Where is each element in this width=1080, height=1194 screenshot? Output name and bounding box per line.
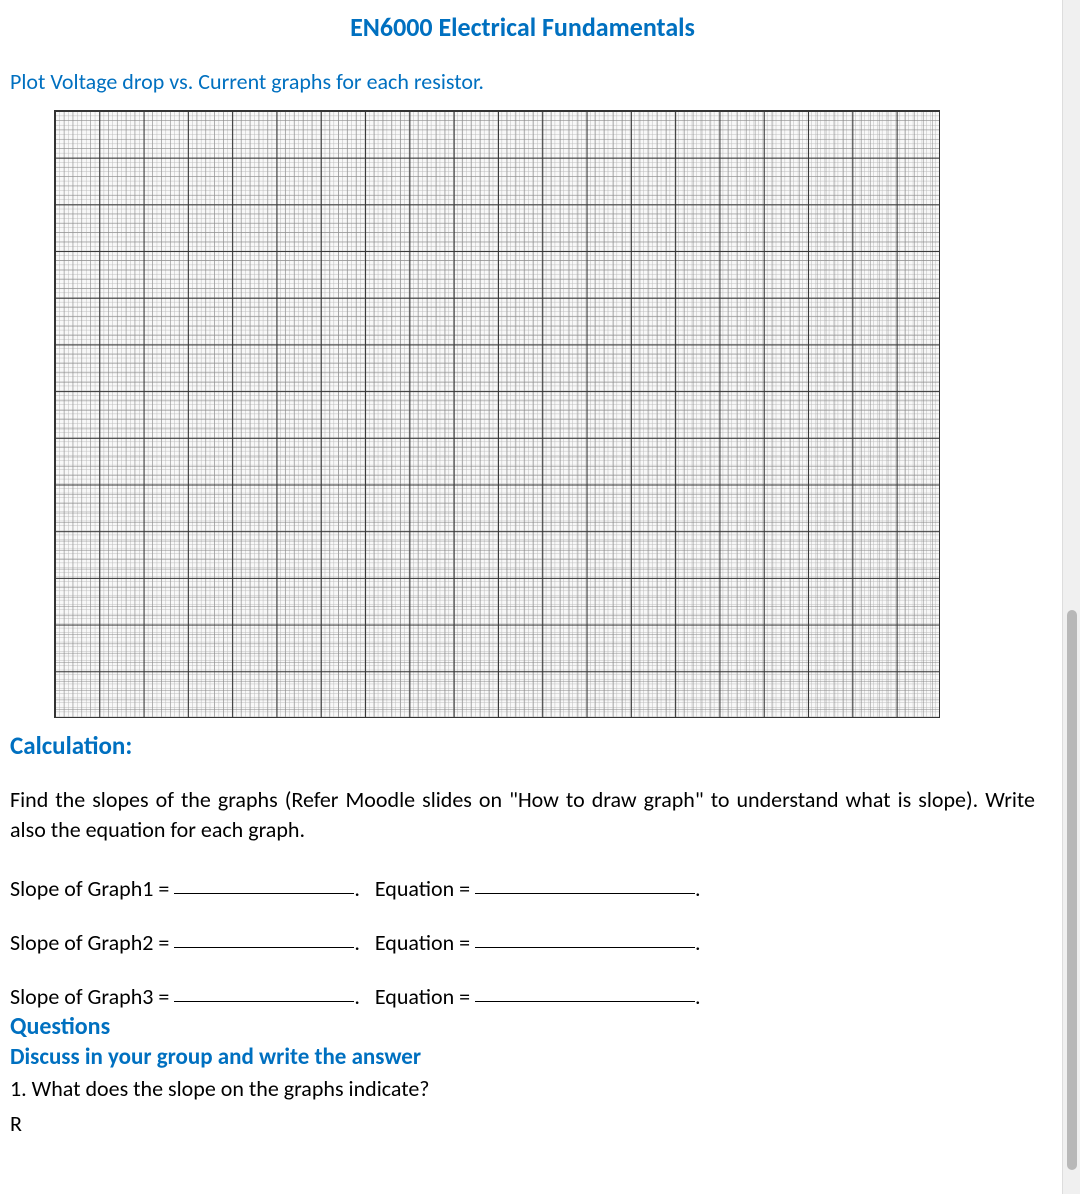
graph-paper-grid <box>54 110 940 718</box>
questions-heading: Questions <box>10 1012 1035 1041</box>
scrollbar-track[interactable] <box>1062 0 1080 1194</box>
discuss-instruction: Discuss in your group and write the answ… <box>10 1043 1035 1071</box>
slope-blank-1 <box>174 872 354 894</box>
equation-label-2: Equation = <box>375 929 470 956</box>
calculation-heading: Calculation: <box>10 730 1035 761</box>
slope-row-1: Slope of Graph1 = . Equation = . <box>10 874 1035 902</box>
question-1: 1. What does the slope on the graphs ind… <box>10 1075 1035 1102</box>
equation-label-1: Equation = <box>375 875 470 902</box>
equation-blank-3 <box>475 980 695 1002</box>
slope-row-2: Slope of Graph2 = . Equation = . <box>10 928 1035 956</box>
slope-blank-2 <box>174 926 354 948</box>
page-title: EN6000 Electrical Fundamentals <box>10 11 1035 43</box>
calculation-description: Find the slopes of the graphs (Refer Moo… <box>10 785 1035 844</box>
slope-blank-3 <box>174 980 354 1002</box>
document-page: EN6000 Electrical Fundamentals Plot Volt… <box>0 0 1060 1194</box>
r-label: R <box>10 1110 1035 1137</box>
slope-label-2: Slope of Graph2 = <box>10 929 169 956</box>
slope-row-3: Slope of Graph3 = . Equation = . <box>10 982 1035 1010</box>
equation-blank-2 <box>475 926 695 948</box>
slope-label-1: Slope of Graph1 = <box>10 875 169 902</box>
plot-instruction: Plot Voltage drop vs. Current graphs for… <box>10 68 1035 95</box>
equation-label-3: Equation = <box>375 983 470 1010</box>
scrollbar-thumb[interactable] <box>1067 610 1077 1170</box>
equation-blank-1 <box>475 872 695 894</box>
slope-label-3: Slope of Graph3 = <box>10 983 169 1010</box>
